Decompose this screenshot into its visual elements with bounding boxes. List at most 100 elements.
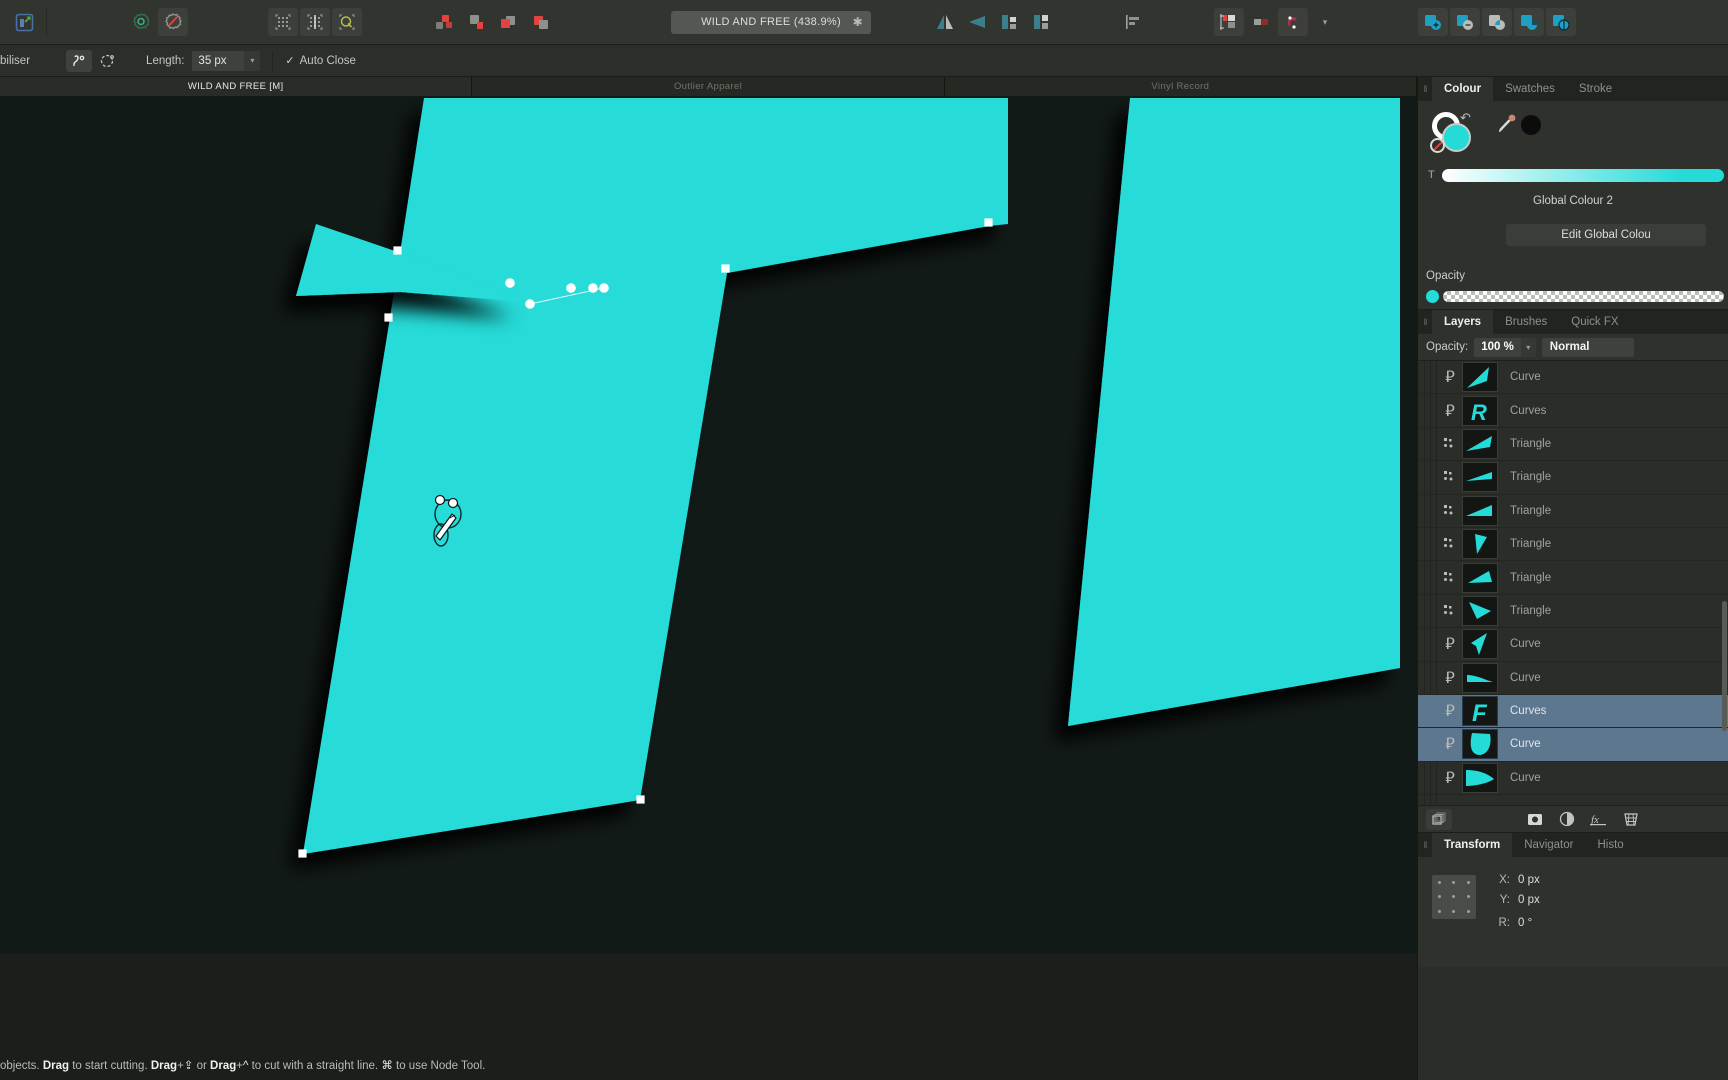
geometry-icon[interactable] — [1214, 8, 1244, 36]
layer-row[interactable]: Triangle — [1418, 461, 1728, 495]
move-forward-icon[interactable] — [526, 8, 556, 36]
live-filter-icon[interactable]: fx — [1586, 809, 1612, 830]
flip-vertical-icon[interactable] — [962, 8, 992, 36]
tint-slider[interactable] — [1442, 168, 1724, 182]
transform-y-value[interactable]: 0 px — [1518, 894, 1540, 906]
auto-close-checkbox[interactable]: ✓ Auto Close — [285, 54, 355, 68]
layer-row[interactable]: Triangle — [1418, 528, 1728, 562]
panel-grip-icon[interactable]: ‖ — [1418, 77, 1432, 101]
opacity-knob[interactable] — [1426, 289, 1439, 303]
window-stabiliser-icon[interactable] — [95, 50, 121, 72]
curves-type-icon: ⃅ — [1445, 402, 1455, 420]
layer-opacity-stepper[interactable]: ▾ — [1520, 337, 1536, 357]
artwork-canvas[interactable] — [0, 96, 1417, 954]
mesh-warp-icon[interactable] — [1618, 809, 1644, 830]
colour-picker-icon[interactable] — [1496, 113, 1518, 135]
edit-global-colour-button[interactable]: Edit Global Colou — [1506, 224, 1706, 246]
layer-row[interactable]: Triangle — [1418, 428, 1728, 462]
blend-mode-select[interactable]: Normal — [1541, 337, 1634, 357]
tab-stroke[interactable]: Stroke — [1567, 77, 1624, 101]
boolean-add-icon[interactable] — [1418, 8, 1448, 36]
tab-history[interactable]: Histo — [1585, 833, 1635, 857]
align-scatter-icon[interactable] — [430, 8, 460, 36]
document-title-bar[interactable]: WILD AND FREE (438.9%) ✱ — [671, 10, 871, 34]
no-colour-icon[interactable] — [1430, 138, 1445, 153]
fill-swatch[interactable] — [1442, 123, 1471, 152]
layer-thumbnail — [1462, 428, 1498, 459]
snapping-options-icon[interactable] — [158, 8, 188, 36]
layer-row[interactable]: Triangle — [1418, 495, 1728, 528]
transform-panel-grip-icon[interactable]: ‖ — [1418, 833, 1432, 857]
layer-opacity-input[interactable]: 100 % — [1474, 337, 1521, 357]
flip-horizontal-icon[interactable] — [930, 8, 960, 36]
length-stepper[interactable]: ▾ — [244, 50, 261, 71]
transform-r-row[interactable]: R: 0 ° — [1494, 917, 1533, 929]
context-divider — [272, 50, 274, 71]
snapping-gear-icon[interactable] — [126, 8, 156, 36]
transform-r-value[interactable]: 0 ° — [1518, 917, 1532, 929]
tab-colour[interactable]: Colour — [1432, 77, 1494, 101]
align-icon[interactable] — [1118, 8, 1148, 36]
document-tab-outlier-apparel[interactable]: Outlier Apparel — [472, 77, 945, 96]
layer-list[interactable]: ⃅ Curve ⃅ R Curves — [1418, 360, 1728, 805]
transform-x-value[interactable]: 0 px — [1518, 874, 1540, 886]
adjustment-layer-icon[interactable] — [1554, 809, 1580, 830]
boolean-intersect-icon[interactable] — [1482, 8, 1512, 36]
rotate-right-icon[interactable] — [1026, 8, 1056, 36]
layer-row[interactable]: ⃅ Curve — [1418, 361, 1728, 395]
snapping-dropdown-icon[interactable]: ▾ — [1310, 8, 1340, 36]
boolean-subtract-icon[interactable] — [1450, 8, 1480, 36]
export-persona-icon[interactable] — [9, 8, 39, 36]
layer-list-scroll-thumb[interactable] — [1722, 601, 1727, 731]
rope-stabiliser-icon[interactable] — [66, 49, 93, 72]
transform-y-row[interactable]: Y: 0 px — [1494, 894, 1540, 906]
tab-layers[interactable]: Layers — [1432, 310, 1494, 334]
show-grid-icon[interactable] — [268, 8, 298, 36]
boolean-combine-icon[interactable] — [1546, 8, 1576, 36]
layer-row[interactable]: ⃅ R Curves — [1418, 394, 1728, 428]
rotate-left-icon[interactable] — [994, 8, 1024, 36]
flip-rotate-group — [929, 8, 1057, 36]
swap-colours-icon[interactable]: ↶ — [1460, 110, 1471, 126]
layer-list-scrollbar[interactable] — [1721, 361, 1727, 805]
layer-row[interactable]: ⃅ Curve — [1418, 628, 1728, 662]
tab-transform[interactable]: Transform — [1432, 833, 1513, 857]
fill-stroke-swatches[interactable]: ↶ — [1430, 110, 1486, 158]
layer-row[interactable]: ⃅ Curve — [1418, 662, 1728, 695]
document-tab-vinyl-record[interactable]: Vinyl Record — [944, 77, 1417, 96]
layer-row[interactable]: ⃅ Curve — [1418, 728, 1728, 762]
document-tab-wild-and-free[interactable]: WILD AND FREE [M] — [0, 77, 473, 96]
snap-to-object-icon[interactable] — [332, 8, 362, 36]
transform-x-row[interactable]: X: 0 px — [1494, 874, 1540, 886]
length-input[interactable]: 35 px — [192, 50, 245, 71]
grid-axis-icon[interactable] — [300, 8, 330, 36]
mask-layer-icon[interactable] — [1522, 809, 1548, 830]
grid-controls-group — [267, 8, 363, 36]
layer-thumbnail — [1462, 362, 1498, 393]
tab-quick-fx[interactable]: Quick FX — [1559, 310, 1630, 334]
move-back-icon[interactable] — [462, 8, 492, 36]
triangle-type-icon — [1440, 471, 1460, 483]
opacity-track[interactable] — [1443, 290, 1724, 302]
layer-thumbnail — [1462, 729, 1498, 760]
layer-row[interactable]: ⃅ F Curves — [1418, 694, 1728, 729]
boolean-divide-icon[interactable] — [1514, 8, 1544, 36]
layer-row[interactable]: ⃅ Curve — [1418, 762, 1728, 796]
tab-navigator[interactable]: Navigator — [1512, 833, 1585, 857]
canvas-area[interactable] — [0, 96, 1417, 954]
tab-brushes[interactable]: Brushes — [1493, 310, 1559, 334]
layer-group-icon[interactable] — [1426, 808, 1452, 830]
transform-anchor-selector[interactable] — [1432, 875, 1476, 919]
layers-panel-grip-icon[interactable]: ‖ — [1418, 310, 1432, 334]
layers-panel-tabs: ‖ Layers Brushes Quick FX — [1418, 310, 1728, 334]
move-front-icon[interactable] — [494, 8, 524, 36]
layer-row[interactable]: Triangle — [1418, 561, 1728, 595]
black-colour-swatch[interactable] — [1521, 115, 1541, 135]
layer-thumbnail — [1462, 662, 1498, 693]
layer-opacity-label: Opacity: — [1426, 341, 1469, 353]
layer-row[interactable]: Triangle — [1418, 595, 1728, 629]
magnet-snapping-icon[interactable] — [1278, 8, 1308, 36]
pixel-preview-icon[interactable] — [1246, 8, 1276, 36]
tab-swatches[interactable]: Swatches — [1493, 77, 1567, 101]
star-icon[interactable]: ✱ — [853, 15, 863, 29]
